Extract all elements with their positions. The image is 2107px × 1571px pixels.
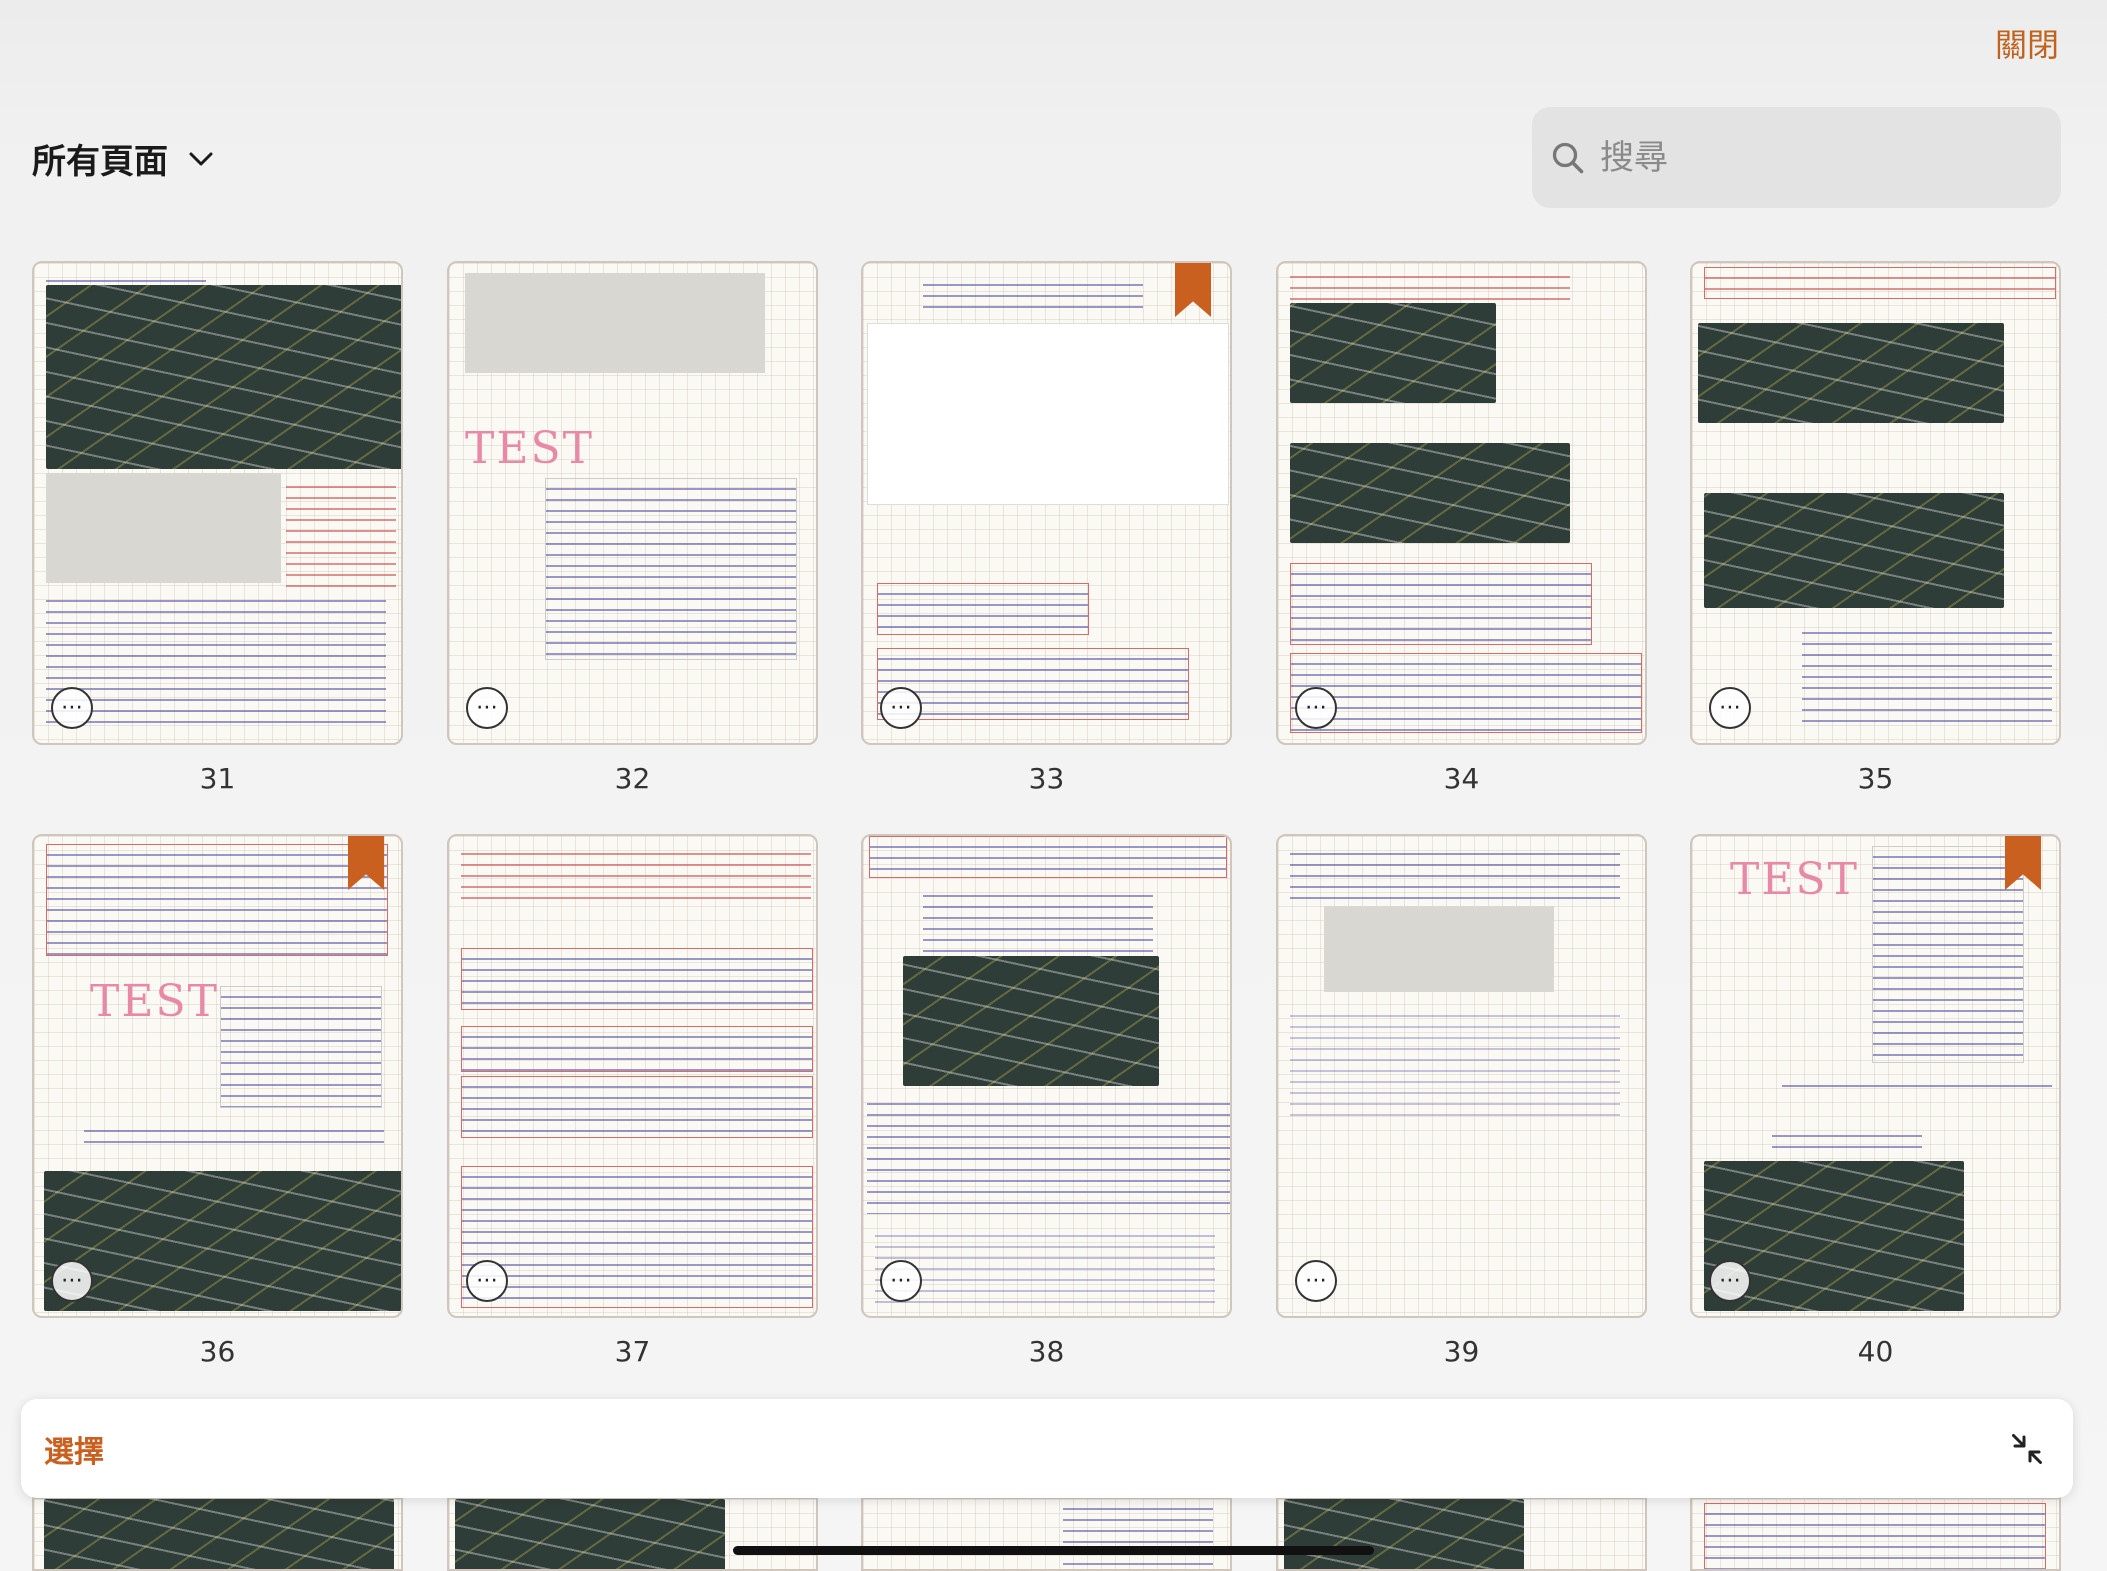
- blackboard-photo: [1698, 323, 2004, 423]
- search-bar[interactable]: [1532, 107, 2061, 208]
- search-icon: [1552, 142, 1584, 173]
- page-number: 33: [1028, 762, 1065, 795]
- page-thumbnail-36[interactable]: TEST ⋯: [32, 834, 403, 1318]
- more-options-button[interactable]: ⋯: [51, 1260, 93, 1302]
- blackboard-photo: [1284, 1499, 1524, 1569]
- handwritten-notes: [1290, 653, 1642, 733]
- page-thumbnail-31[interactable]: ⋯: [32, 261, 403, 745]
- page-number: 36: [199, 1335, 236, 1368]
- blackboard-photo: [44, 1499, 394, 1569]
- page-thumbnail-32[interactable]: TEST ⋯: [447, 261, 818, 745]
- page-number: 34: [1443, 762, 1480, 795]
- page-number: 35: [1857, 762, 1894, 795]
- document-photo: [465, 273, 765, 373]
- more-options-button[interactable]: ⋯: [880, 687, 922, 729]
- close-button[interactable]: 關閉: [1995, 20, 2059, 66]
- collapse-icon[interactable]: [2009, 1431, 2045, 1467]
- document-photo: [867, 1094, 1230, 1214]
- handwritten-notes: [46, 844, 388, 956]
- page-number: 32: [614, 762, 651, 795]
- handwritten-notes: [84, 1121, 384, 1151]
- blackboard-photo: [1290, 303, 1496, 403]
- handwritten-notes: [923, 886, 1153, 956]
- handwritten-notes: [1802, 623, 2052, 723]
- more-options-button[interactable]: ⋯: [466, 1260, 508, 1302]
- page-number: 39: [1443, 1335, 1480, 1368]
- chevron-down-icon: [189, 152, 213, 165]
- more-options-button[interactable]: ⋯: [1295, 1260, 1337, 1302]
- handwritten-notes: [1704, 267, 2056, 299]
- more-options-button[interactable]: ⋯: [880, 1260, 922, 1302]
- notebook-photo: [220, 986, 382, 1108]
- page-thumbnail-35[interactable]: ⋯: [1690, 261, 2061, 745]
- search-input[interactable]: [1598, 136, 2042, 179]
- test-sticker: TEST: [1730, 854, 1859, 905]
- handwritten-notes: [461, 1076, 813, 1138]
- page-number: 40: [1857, 1335, 1894, 1368]
- handwritten-notes: [1290, 267, 1570, 303]
- page-thumbnail-peek[interactable]: [447, 1497, 818, 1571]
- bookmark-icon: [1175, 263, 1211, 317]
- handwritten-notes: [286, 477, 396, 587]
- notebook-photo: [545, 478, 797, 660]
- handwritten-notes: [1772, 1126, 1922, 1156]
- handwritten-notes: [1290, 563, 1592, 645]
- notebook-photo: [1872, 846, 2024, 1063]
- page-filter-dropdown[interactable]: 所有頁面: [32, 134, 216, 183]
- blackboard-photo: [903, 956, 1159, 1086]
- page-thumbnail-38[interactable]: ⋯: [861, 834, 1232, 1318]
- handwritten-notes: [1063, 1499, 1213, 1569]
- handwritten-notes: [877, 648, 1189, 720]
- document-photo: [46, 473, 281, 583]
- page-filter-label: 所有頁面: [32, 142, 168, 182]
- handwritten-notes: [1782, 1076, 2052, 1096]
- blackboard-photo: [44, 1171, 401, 1311]
- more-options-button[interactable]: ⋯: [1709, 687, 1751, 729]
- blackboard-photo: [1704, 493, 2004, 608]
- page-thumbnail-peek[interactable]: [32, 1497, 403, 1571]
- more-options-button[interactable]: ⋯: [1295, 687, 1337, 729]
- page-number: 38: [1028, 1335, 1065, 1368]
- handwritten-notes: [1704, 1503, 2046, 1569]
- handwritten-notes: [877, 583, 1089, 635]
- blackboard-photo: [455, 1499, 725, 1569]
- page-thumbnail-33[interactable]: ⋯: [861, 261, 1232, 745]
- bottom-toolbar: 選擇: [21, 1399, 2073, 1498]
- page-number: 31: [199, 762, 236, 795]
- test-sticker: TEST: [90, 976, 219, 1027]
- document-photo: [1324, 906, 1554, 992]
- handwritten-notes: [461, 948, 813, 1010]
- handwritten-notes: [923, 275, 1143, 311]
- select-button[interactable]: 選擇: [44, 1427, 104, 1471]
- home-indicator[interactable]: [733, 1546, 1374, 1555]
- page-number: 37: [614, 1335, 651, 1368]
- handwritten-notes: [46, 591, 386, 731]
- more-options-button[interactable]: ⋯: [1709, 1260, 1751, 1302]
- more-options-button[interactable]: ⋯: [466, 687, 508, 729]
- page-thumbnail-40[interactable]: TEST ⋯: [1690, 834, 2061, 1318]
- page-thumbnail-peek[interactable]: [861, 1497, 1232, 1571]
- handwritten-notes: [869, 836, 1227, 878]
- page-thumbnail-39[interactable]: ⋯: [1276, 834, 1647, 1318]
- handwritten-notes: [461, 844, 811, 904]
- page-thumbnail-37[interactable]: ⋯: [447, 834, 818, 1318]
- typed-text: [875, 1226, 1215, 1306]
- handwritten-notes: [461, 1026, 813, 1072]
- more-options-button[interactable]: ⋯: [51, 687, 93, 729]
- mind-map: [867, 323, 1229, 505]
- page-thumbnail-peek[interactable]: [1276, 1497, 1647, 1571]
- handwritten-notes: [461, 1166, 813, 1308]
- test-sticker: TEST: [465, 423, 594, 474]
- blackboard-photo: [46, 285, 401, 469]
- handwritten-notes: [1290, 844, 1620, 904]
- typed-text: [1290, 1006, 1620, 1116]
- blackboard-photo: [1290, 443, 1570, 543]
- page-thumbnail-peek[interactable]: [1690, 1497, 2061, 1571]
- page-thumbnail-34[interactable]: ⋯: [1276, 261, 1647, 745]
